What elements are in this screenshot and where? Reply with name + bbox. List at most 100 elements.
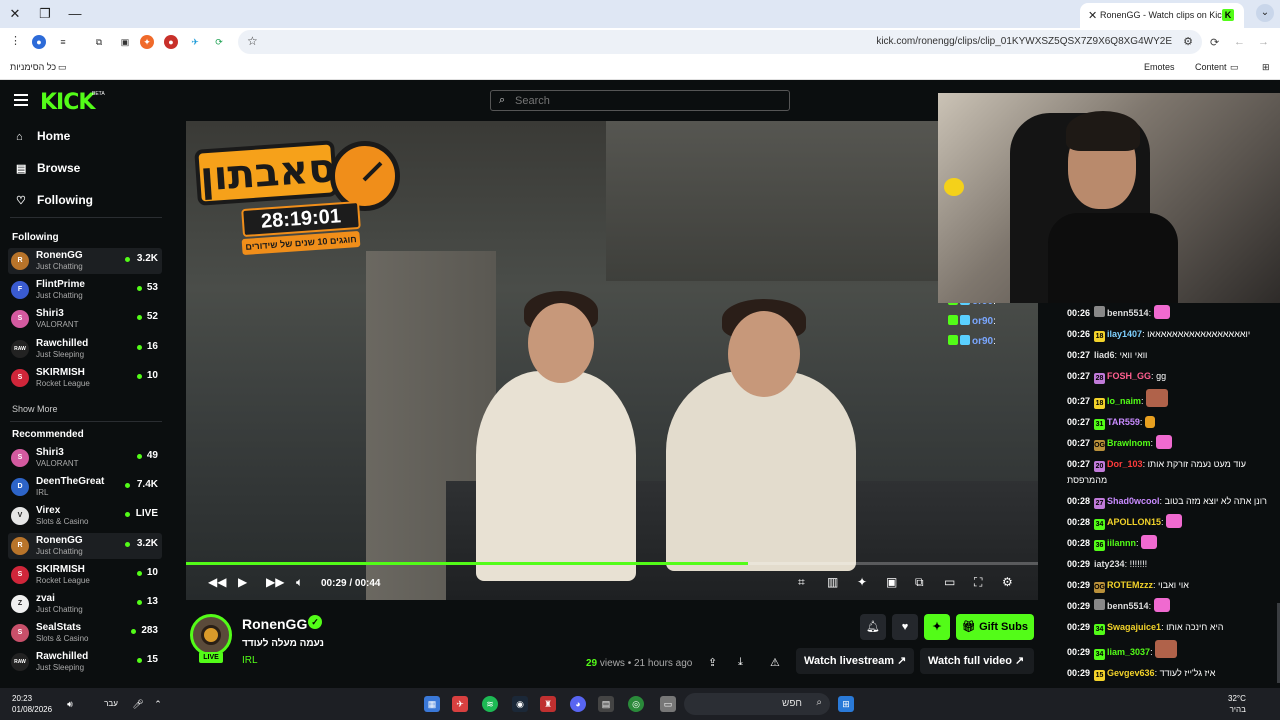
settings-icon[interactable]: ⚙ (1002, 575, 1013, 589)
sidebar-channel[interactable]: RAW Rawchilled Just Sleeping 15 (8, 649, 162, 675)
microphone-icon[interactable]: 🎤︎ (130, 696, 146, 712)
extension-icon[interactable]: ✦ (140, 35, 154, 49)
window-minimize-icon[interactable]: — (66, 5, 84, 23)
all-bookmarks[interactable]: כל הסימניות (10, 62, 56, 72)
sidebar-channel[interactable]: R RonenGG Just Chatting 3.2K (8, 532, 162, 559)
chat-username[interactable]: iilannn (1107, 538, 1136, 548)
chat-username[interactable]: ilay1407 (1107, 329, 1142, 339)
taskbar-clock[interactable]: 20:23 01/08/2026 (12, 693, 52, 715)
sidebar-channel[interactable]: RAW Rawchilled Just Sleeping 16 (8, 336, 162, 362)
extensions-puzzle-icon[interactable]: ⧉ (92, 35, 106, 49)
chrome-icon[interactable]: ◎ (628, 696, 644, 712)
extension-icon[interactable]: ● (164, 35, 178, 49)
chat-username[interactable]: iaty234 (1094, 559, 1125, 569)
tray-chevron-icon[interactable]: ⌃ (150, 696, 166, 712)
bookmark-star-icon[interactable]: ☆ (247, 34, 258, 48)
window-close-icon[interactable]: ✕ (6, 5, 24, 23)
pip-icon[interactable]: ▣ (886, 575, 897, 589)
channel-name[interactable]: RonenGG (242, 616, 307, 632)
rewind-icon[interactable]: ◀◀ (208, 575, 226, 589)
url-text[interactable]: kick.com/ronengg/clips/clip_01KYWXSZ5QSX… (876, 36, 1172, 47)
video-player[interactable]: סאבתון 28:19:01 חוגגים 10 שנים של שידורי… (186, 121, 1038, 600)
volume-icon[interactable]: 🔈︎ (296, 575, 303, 590)
extension-icon[interactable]: ≡ (56, 35, 70, 49)
sidebar-channel[interactable]: Zzvai Just Chatting 13 (8, 591, 162, 617)
browser-tab[interactable]: ✕ RonenGG - Watch clips on Kick K (1080, 3, 1244, 28)
sidebar-channel[interactable]: D DeenTheGreat IRL 7.4K (8, 474, 162, 500)
sparkle-button[interactable]: ✦ (924, 614, 950, 640)
sidebar-channel[interactable]: S SealStats Slots & Casino 283 (8, 620, 162, 646)
tab-search-icon[interactable]: ⌄ (1256, 4, 1274, 22)
chat-username[interactable]: FOSH_GG (1107, 371, 1151, 381)
app-icon[interactable]: ▤ (598, 696, 614, 712)
spotify-icon[interactable]: ≋ (482, 696, 498, 712)
video-progress-bar[interactable] (186, 562, 1038, 565)
sparkle-icon[interactable]: ✦ (857, 575, 867, 589)
captions-icon[interactable]: ⧉ (915, 575, 924, 590)
watch-livestream-button[interactable]: Watch livestream ↗ (796, 648, 914, 674)
weather-widget[interactable]: 32°C בהיר (1228, 693, 1246, 715)
category-link[interactable]: IRL (242, 655, 258, 666)
chat-username[interactable]: benn5514 (1107, 308, 1149, 318)
browser-menu-icon[interactable]: ⋮ (10, 34, 21, 47)
bookmark-emotes[interactable]: Emotes (1144, 62, 1175, 72)
stats-icon[interactable]: ▥ (827, 575, 838, 589)
menu-icon[interactable] (14, 94, 28, 106)
language-indicator[interactable]: עבר (100, 696, 122, 712)
file-explorer-icon[interactable]: ▭ (660, 696, 676, 712)
chat-username[interactable]: lo_naim (1107, 396, 1141, 406)
watch-full-video-button[interactable]: Watch full video ↗ (920, 648, 1034, 674)
chat-username[interactable]: liad6 (1094, 350, 1115, 360)
chat-username[interactable]: Swagajuice1 (1107, 622, 1161, 632)
show-more-link[interactable]: Show More (12, 404, 58, 414)
sidebar-channel[interactable]: S SKIRMISH Rocket League 10 (8, 562, 162, 588)
chat-username[interactable]: ROTEMzzz (1107, 580, 1153, 590)
back-icon[interactable]: → (1258, 36, 1269, 48)
discord-icon[interactable]: ◕ (570, 696, 586, 712)
sidebar-channel[interactable]: V Virex Slots & Casino LIVE (8, 503, 162, 529)
chat-username[interactable]: Gevgev636 (1107, 668, 1155, 678)
forward-icon[interactable]: ← (1234, 36, 1245, 48)
follow-heart-icon[interactable]: ♥ (892, 614, 918, 640)
search-input[interactable] (515, 92, 775, 109)
app-icon[interactable]: ♜ (540, 696, 556, 712)
chat-username[interactable]: TAR559 (1107, 417, 1140, 427)
start-icon[interactable]: ⊞ (838, 696, 854, 712)
gift-subs-button[interactable]: 🎁︎ Gift Subs (956, 614, 1034, 640)
speaker-icon[interactable]: 🔊︎ (62, 696, 78, 712)
bookmark-content[interactable]: Content (1195, 62, 1227, 72)
download-icon[interactable]: ⤓ (738, 656, 743, 669)
theater-icon[interactable]: ▭ (944, 575, 955, 589)
chat-username[interactable]: liam_3037 (1107, 647, 1150, 657)
channel-avatar[interactable] (190, 614, 232, 656)
chat-username[interactable]: Shad0wcool (1107, 496, 1160, 506)
chat-username[interactable]: APOLLON15 (1107, 517, 1161, 527)
widgets-icon[interactable]: ▦ (424, 696, 440, 712)
nav-following[interactable]: ♡ Following (16, 193, 93, 213)
reload-icon[interactable]: ⟳ (1210, 36, 1219, 49)
play-icon[interactable]: ▶ (238, 575, 247, 589)
fullscreen-icon[interactable]: ⛶ (974, 575, 982, 590)
os-search-box[interactable]: חפש ⌕ (684, 693, 830, 715)
window-restore-icon[interactable]: ❐ (36, 5, 54, 23)
chat-username[interactable]: benn5514 (1107, 601, 1149, 611)
crop-icon[interactable]: ⌗ (798, 575, 805, 590)
share-icon[interactable]: ⇪ (708, 656, 717, 669)
sidebar-channel[interactable]: S Shiri3 VALORANT 52 (8, 306, 162, 332)
notification-bell-icon[interactable]: 🔔︎ (860, 614, 886, 640)
site-settings-icon[interactable]: ⚙ (1183, 35, 1193, 48)
search-box[interactable]: ⌕ (490, 90, 790, 111)
chat-username[interactable]: or90 (972, 316, 993, 327)
tab-close-icon[interactable]: ✕ (1088, 9, 1097, 22)
extension-icon[interactable]: ✈ (188, 35, 202, 49)
apps-grid-icon[interactable]: ⊞ (1262, 62, 1270, 73)
nav-browse[interactable]: ▤ Browse (16, 161, 80, 181)
kick-logo[interactable]: KICK (40, 90, 95, 115)
address-bar[interactable]: ☆ kick.com/ronengg/clips/clip_01KYWXSZ5Q… (238, 30, 1202, 54)
extension-icon[interactable]: ● (32, 35, 46, 49)
fast-forward-icon[interactable]: ▶▶ (266, 575, 284, 589)
sidebar-channel[interactable]: S Shiri3 VALORANT 49 (8, 445, 162, 471)
chat-username[interactable]: or90 (972, 336, 993, 347)
steam-icon[interactable]: ◉ (512, 696, 528, 712)
sidebar-channel[interactable]: S SKIRMISH Rocket League 10 (8, 365, 162, 391)
